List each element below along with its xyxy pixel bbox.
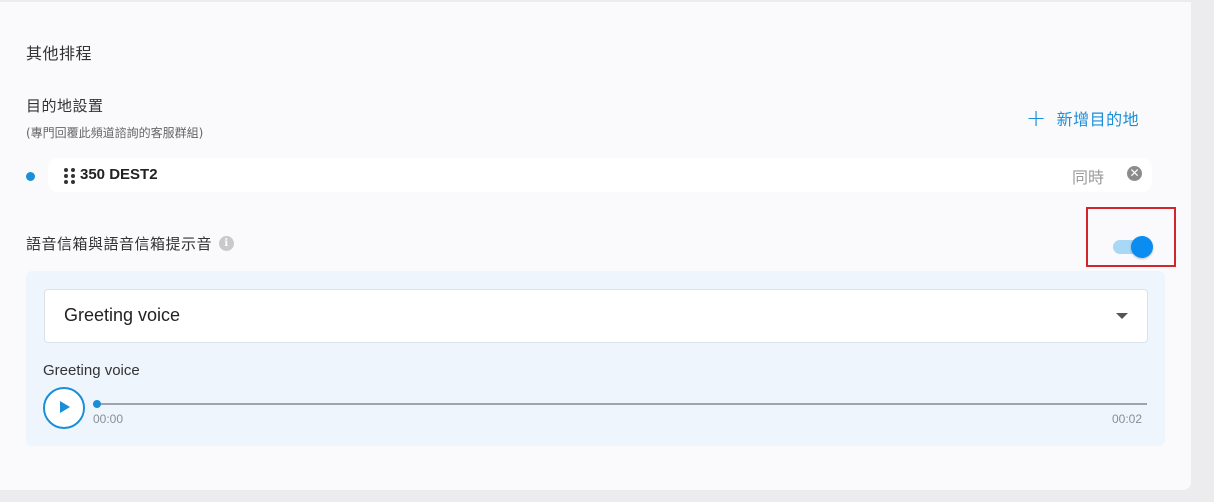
toggle-knob (1131, 236, 1153, 258)
destination-item: 350 DEST2 同時 ✕ (48, 158, 1152, 192)
destination-sublabel: (專門回覆此頻道諮詢的客服群組) (26, 126, 204, 140)
info-icon[interactable]: i (219, 236, 235, 251)
destination-label: 目的地設置 (26, 97, 104, 115)
progress-rail (93, 403, 1147, 405)
destination-bullet (26, 172, 35, 181)
voicemail-panel: Greeting voice Greeting voice 00:00 00:0… (26, 271, 1165, 446)
section-title: 其他排程 (26, 44, 93, 63)
voicemail-toggle[interactable] (1113, 236, 1153, 258)
voicemail-label: 語音信箱與語音信箱提示音 (26, 235, 213, 253)
voicemail-row: 語音信箱與語音信箱提示音 i (26, 233, 235, 254)
duration-time: 00:02 (1112, 412, 1143, 426)
select-value: Greeting voice (64, 305, 181, 325)
add-destination-button[interactable]: + 新增目的地 (1026, 106, 1139, 130)
play-button[interactable] (43, 387, 85, 429)
progress-thumb[interactable] (93, 400, 101, 408)
add-destination-label: 新增目的地 (1056, 110, 1140, 129)
chevron-down-icon (1116, 313, 1128, 319)
plus-icon: + (1026, 104, 1047, 132)
greeting-voice-select[interactable]: Greeting voice (44, 289, 1148, 343)
audio-label: Greeting voice (43, 362, 140, 379)
play-icon (60, 401, 70, 413)
destination-name: 350 DEST2 (80, 166, 158, 183)
drag-handle-icon[interactable] (64, 168, 75, 184)
destination-mode: 同時 (1072, 168, 1105, 187)
schedule-card: 其他排程 目的地設置 (專門回覆此頻道諮詢的客服群組) + 新增目的地 350 … (0, 2, 1191, 490)
audio-progress-slider[interactable] (93, 400, 1147, 410)
current-time: 00:00 (93, 412, 124, 426)
close-circle-icon[interactable]: ✕ (1127, 166, 1142, 181)
